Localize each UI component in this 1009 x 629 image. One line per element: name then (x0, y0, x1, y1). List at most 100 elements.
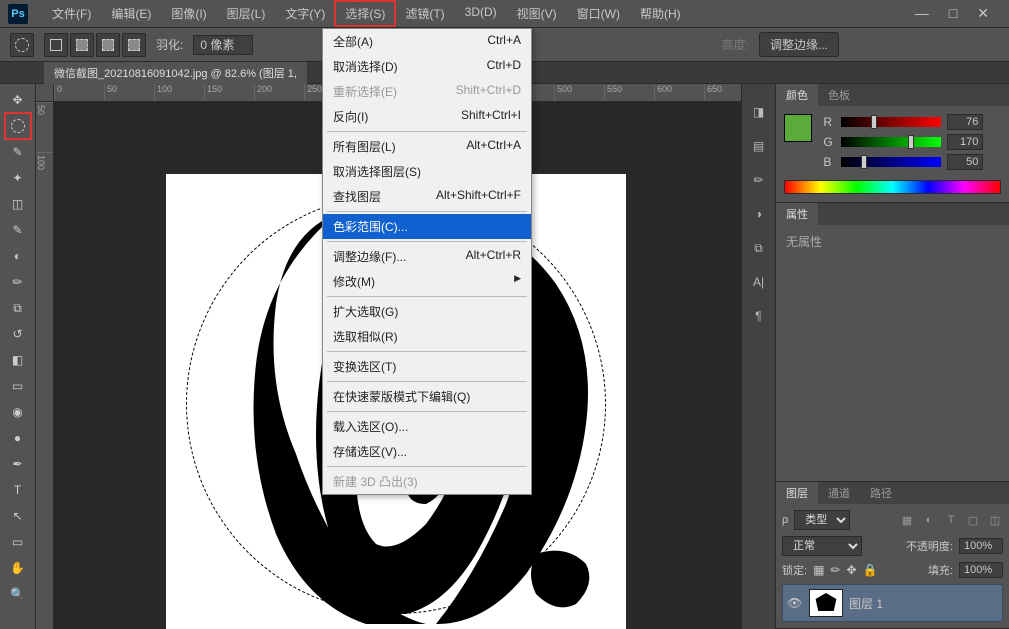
menu-quickmask[interactable]: 在快速蒙版模式下编辑(Q) (323, 384, 531, 409)
maximize-icon[interactable]: □ (949, 5, 957, 22)
pen-tool[interactable]: ✒ (6, 452, 30, 476)
menu-all[interactable]: 全部(A)Ctrl+A (323, 29, 531, 54)
layer-thumbnail[interactable] (809, 589, 843, 617)
sel-add-button[interactable] (70, 33, 94, 57)
sel-int-button[interactable] (122, 33, 146, 57)
marquee-tool[interactable] (6, 114, 30, 138)
menu-3d[interactable]: 3D(D) (455, 1, 507, 26)
ruler-vertical[interactable]: 50100 (36, 102, 54, 629)
menu-type[interactable]: 文字(Y) (275, 1, 335, 26)
stamp-tool[interactable]: ⧉ (6, 296, 30, 320)
para-panel-icon[interactable]: ¶ (748, 306, 770, 326)
r-input[interactable] (947, 114, 983, 130)
heal-tool[interactable]: ◐ (6, 244, 30, 268)
menu-refine-edge[interactable]: 调整边缘(F)...Alt+Ctrl+R (323, 244, 531, 269)
document-tab[interactable]: 微信截图_20210816091042.jpg @ 82.6% (图层 1, (44, 62, 307, 84)
wand-tool[interactable]: ✦ (6, 166, 30, 190)
tab-paths[interactable]: 路径 (860, 482, 902, 504)
layer-item-1[interactable]: 👁 图层 1 (782, 584, 1003, 622)
layer-name[interactable]: 图层 1 (849, 595, 883, 612)
filter-smart-icon[interactable]: ◫ (987, 512, 1003, 528)
lock-move-icon[interactable]: ✥ (846, 563, 856, 577)
minimize-icon[interactable]: — (915, 5, 929, 22)
properties-body: 无属性 (776, 225, 1009, 445)
b-slider[interactable] (841, 157, 941, 167)
tab-layers[interactable]: 图层 (776, 482, 818, 504)
menu-edit[interactable]: 编辑(E) (101, 1, 161, 26)
shape-tool[interactable]: ▭ (6, 530, 30, 554)
clone-panel-icon[interactable]: ⧉ (748, 238, 770, 258)
hand-tool[interactable]: ✋ (6, 556, 30, 580)
menu-window[interactable]: 窗口(W) (567, 1, 630, 26)
menu-modify[interactable]: 修改(M) (323, 269, 531, 294)
type-tool[interactable]: T (6, 478, 30, 502)
tab-properties[interactable]: 属性 (776, 203, 818, 225)
sel-sub-button[interactable] (96, 33, 120, 57)
blend-mode-select[interactable]: 正常 (782, 536, 862, 556)
menu-file[interactable]: 文件(F) (42, 1, 101, 26)
selection-mode-group (44, 33, 146, 57)
filter-shape-icon[interactable]: ▢ (965, 512, 981, 528)
menu-deselect-layers[interactable]: 取消选择图层(S) (323, 159, 531, 184)
rect-add-icon (76, 39, 88, 51)
r-label: R (823, 115, 835, 129)
menu-find-layers[interactable]: 查找图层Alt+Shift+Ctrl+F (323, 184, 531, 209)
tab-channels[interactable]: 通道 (818, 482, 860, 504)
menu-select[interactable]: 选择(S) (335, 1, 395, 26)
opacity-input[interactable] (959, 538, 1003, 554)
g-input[interactable] (947, 134, 983, 150)
menu-layer[interactable]: 图层(L) (217, 1, 276, 26)
brushpreset-panel-icon[interactable]: ◑ (748, 204, 770, 224)
menu-filter[interactable]: 滤镜(T) (395, 1, 454, 26)
crop-tool[interactable]: ◫ (6, 192, 30, 216)
gradient-tool[interactable]: ▭ (6, 374, 30, 398)
tab-color[interactable]: 颜色 (776, 84, 818, 106)
menu-deselect[interactable]: 取消选择(D)Ctrl+D (323, 54, 531, 79)
brush-tool[interactable]: ✏ (6, 270, 30, 294)
lock-paint-icon[interactable]: ✏ (830, 563, 840, 577)
eraser-tool[interactable]: ◧ (6, 348, 30, 372)
r-slider[interactable] (841, 117, 941, 127)
refine-edge-button[interactable]: 调整边缘... (759, 32, 839, 57)
close-icon[interactable]: ✕ (977, 5, 989, 22)
menu-save[interactable]: 存储选区(V)... (323, 439, 531, 464)
menu-grow[interactable]: 扩大选取(G) (323, 299, 531, 324)
foreground-swatch[interactable] (784, 114, 812, 142)
history-panel-icon[interactable]: ◨ (748, 102, 770, 122)
lock-trans-icon[interactable]: ▦ (813, 563, 824, 577)
menu-load[interactable]: 载入选区(O)... (323, 414, 531, 439)
menu-inverse[interactable]: 反向(I)Shift+Ctrl+I (323, 104, 531, 129)
color-spectrum[interactable] (784, 180, 1001, 194)
visibility-icon[interactable]: 👁 (787, 596, 803, 610)
blur-tool[interactable]: ◉ (6, 400, 30, 424)
menu-view[interactable]: 视图(V) (507, 1, 567, 26)
tab-swatches[interactable]: 色板 (818, 84, 860, 106)
actions-panel-icon[interactable]: ▤ (748, 136, 770, 156)
menu-color-range[interactable]: 色彩范围(C)... (323, 214, 531, 239)
menu-all-layers[interactable]: 所有图层(L)Alt+Ctrl+A (323, 134, 531, 159)
menu-image[interactable]: 图像(I) (161, 1, 216, 26)
g-slider[interactable] (841, 137, 941, 147)
fill-input[interactable] (959, 562, 1003, 578)
history-brush-tool[interactable]: ↺ (6, 322, 30, 346)
layer-kind-select[interactable]: 类型 (794, 510, 850, 530)
zoom-tool[interactable]: 🔍 (6, 582, 30, 606)
filter-pixel-icon[interactable]: ▦ (899, 512, 915, 528)
tool-preset-button[interactable] (10, 33, 34, 57)
menu-transform[interactable]: 变换选区(T) (323, 354, 531, 379)
sel-new-button[interactable] (44, 33, 68, 57)
feather-input[interactable] (193, 35, 253, 55)
menu-help[interactable]: 帮助(H) (630, 1, 691, 26)
dodge-tool[interactable]: ● (6, 426, 30, 450)
menu-similar[interactable]: 选取相似(R) (323, 324, 531, 349)
lock-all-icon[interactable]: 🔒 (863, 563, 878, 577)
brush-panel-icon[interactable]: ✏ (748, 170, 770, 190)
filter-adjust-icon[interactable]: ◐ (921, 512, 937, 528)
lasso-tool[interactable]: ✎ (6, 140, 30, 164)
b-input[interactable] (947, 154, 983, 170)
char-panel-icon[interactable]: A| (748, 272, 770, 292)
path-tool[interactable]: ↖ (6, 504, 30, 528)
filter-type-icon[interactable]: T (943, 512, 959, 528)
eyedrop-tool[interactable]: ✎ (6, 218, 30, 242)
move-tool[interactable]: ✥ (6, 88, 30, 112)
